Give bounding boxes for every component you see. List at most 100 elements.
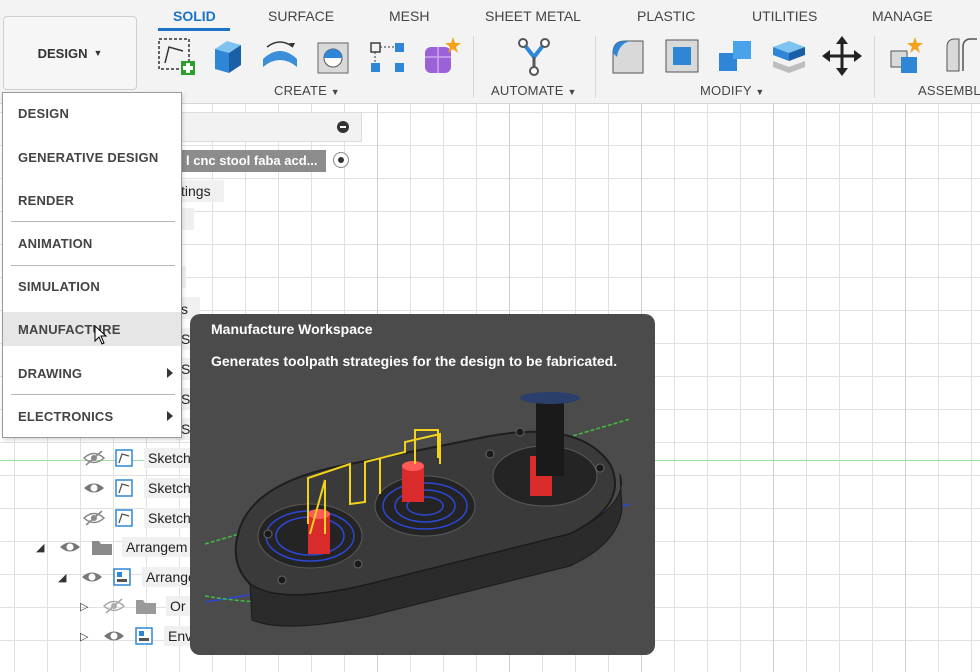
combine-tool[interactable] [714, 34, 758, 78]
rectangular-pattern-tool[interactable] [366, 34, 410, 78]
menu-item-label: GENERATIVE DESIGN [18, 149, 159, 165]
active-tab-indicator [158, 28, 230, 31]
tree-item-sketch: Sketch [144, 478, 195, 498]
menu-item-design[interactable]: DESIGN [3, 96, 181, 130]
tab-manage[interactable]: MANAGE [872, 8, 933, 24]
tab-utilities[interactable]: UTILITIES [752, 8, 817, 24]
tree-item-sketch-hidden[interactable]: Sketch [181, 331, 190, 347]
move-copy-tool[interactable] [820, 34, 864, 78]
folder-icon [136, 600, 156, 614]
tab-solid[interactable]: SOLID [173, 8, 216, 24]
menu-separator [11, 221, 175, 222]
tab-sheet-metal[interactable]: SHEET METAL [485, 8, 581, 24]
menu-item-label: DRAWING [18, 365, 83, 381]
group-divider [473, 36, 474, 98]
expanded-triangle-icon[interactable]: ◢ [58, 571, 72, 584]
tree-item-sketch-hidden[interactable]: Sketch [181, 361, 190, 377]
hole-icon [317, 42, 349, 74]
offset-face-tool[interactable] [768, 34, 812, 78]
menu-item-manufacture[interactable]: MANUFACTURE [3, 312, 181, 346]
create-group-label[interactable]: CREATE ▼ [274, 83, 340, 98]
tree-row[interactable]: Sketch [82, 505, 195, 531]
collapsed-triangle-icon[interactable]: ▷ [80, 630, 94, 643]
tree-item-sketch: Sketch [144, 508, 195, 528]
menu-item-label: SIMULATION [18, 278, 100, 294]
tree-row[interactable]: ◢ Arrangem [36, 534, 192, 560]
tree-row[interactable]: Sketch [82, 445, 195, 471]
combine-icon [719, 41, 751, 71]
tab-mesh[interactable]: MESH [389, 8, 429, 24]
automate-group-label[interactable]: AUTOMATE ▼ [491, 83, 577, 98]
group-divider [874, 36, 875, 98]
menu-separator [11, 265, 175, 266]
eye-hidden-icon [102, 598, 126, 614]
tree-row[interactable]: Sketch [82, 475, 195, 501]
modify-group-label[interactable]: MODIFY ▼ [700, 83, 764, 98]
menu-item-drawing[interactable]: DRAWING [3, 356, 181, 390]
menu-item-animation[interactable]: ANIMATION [3, 226, 181, 260]
menu-item-generative-design[interactable]: GENERATIVE DESIGN [3, 140, 181, 174]
group-divider [595, 36, 596, 98]
automate-group-text: AUTOMATE [491, 83, 564, 98]
create-group-text: CREATE [274, 83, 327, 98]
submenu-arrow-icon [167, 368, 173, 378]
collapse-icon[interactable] [337, 121, 349, 133]
toolpath-preview-image [204, 392, 631, 627]
extrude-icon [215, 41, 241, 73]
menu-item-electronics[interactable]: ELECTRONICS [3, 399, 181, 433]
caret-down-icon: ▼ [567, 87, 577, 97]
assemble-group-label[interactable]: ASSEMBL [918, 83, 980, 98]
fillet-tool[interactable] [606, 34, 650, 78]
revolve-tool[interactable] [258, 34, 302, 78]
folder-icon [92, 541, 112, 555]
submenu-arrow-icon [167, 411, 173, 421]
workspace-switcher-button[interactable]: DESIGN ▼ [3, 16, 137, 90]
menu-item-render[interactable]: RENDER [3, 183, 181, 217]
arrangement-icon [113, 568, 131, 586]
tree-item-sketch-hidden[interactable]: Sketch [181, 421, 190, 437]
collapsed-triangle-icon[interactable]: ▷ [80, 600, 94, 613]
hole-tool[interactable] [312, 34, 356, 78]
create-form-tool[interactable] [418, 34, 462, 78]
activate-radio-icon[interactable] [333, 152, 349, 168]
move-icon [822, 36, 862, 76]
tab-plastic[interactable]: PLASTIC [637, 8, 695, 24]
tab-surface[interactable]: SURFACE [268, 8, 334, 24]
new-component-tool[interactable] [884, 34, 928, 78]
arrangement-icon [135, 627, 153, 645]
tooltip-title: Manufacture Workspace [211, 321, 373, 337]
expanded-triangle-icon[interactable]: ◢ [36, 541, 50, 554]
sketch-icon [115, 479, 133, 497]
menu-separator [11, 394, 175, 395]
form-icon [425, 37, 461, 73]
joint-tool[interactable] [936, 34, 980, 78]
automate-tool[interactable] [512, 34, 556, 78]
tree-item-settings[interactable]: tings [181, 183, 211, 199]
mouse-pointer-icon [94, 325, 108, 345]
caret-down-icon: ▼ [330, 87, 340, 97]
modify-group-text: MODIFY [700, 83, 752, 98]
tree-row[interactable]: ▷ Or [80, 593, 190, 619]
eye-icon [84, 483, 104, 493]
offset-face-icon [773, 41, 805, 73]
tree-row[interactable]: ▷ Env [80, 623, 197, 649]
menu-item-simulation[interactable]: SIMULATION [3, 269, 181, 303]
tree-item-sketch-hidden[interactable]: Sketch [181, 391, 190, 407]
eye-hidden-icon [82, 450, 106, 466]
tree-row[interactable]: ◢ Arrange [58, 564, 200, 590]
grid-line [905, 104, 906, 672]
tree-item-origin: Or [166, 596, 190, 616]
browser-header[interactable] [170, 112, 362, 142]
extrude-tool[interactable] [206, 34, 250, 78]
caret-down-icon: ▼ [93, 48, 103, 58]
caret-down-icon: ▼ [755, 87, 765, 97]
tree-item-partial[interactable]: s [181, 301, 188, 317]
shell-tool[interactable] [660, 34, 704, 78]
browser-document-node[interactable]: l cnc stool faba acd... [180, 150, 326, 172]
workspace-tooltip: Manufacture Workspace Generates toolpath… [190, 314, 655, 655]
new-component-icon [890, 37, 923, 73]
fillet-icon [612, 40, 644, 74]
joint-icon [946, 38, 977, 72]
shell-icon [665, 39, 699, 73]
create-sketch-tool[interactable] [154, 34, 198, 78]
